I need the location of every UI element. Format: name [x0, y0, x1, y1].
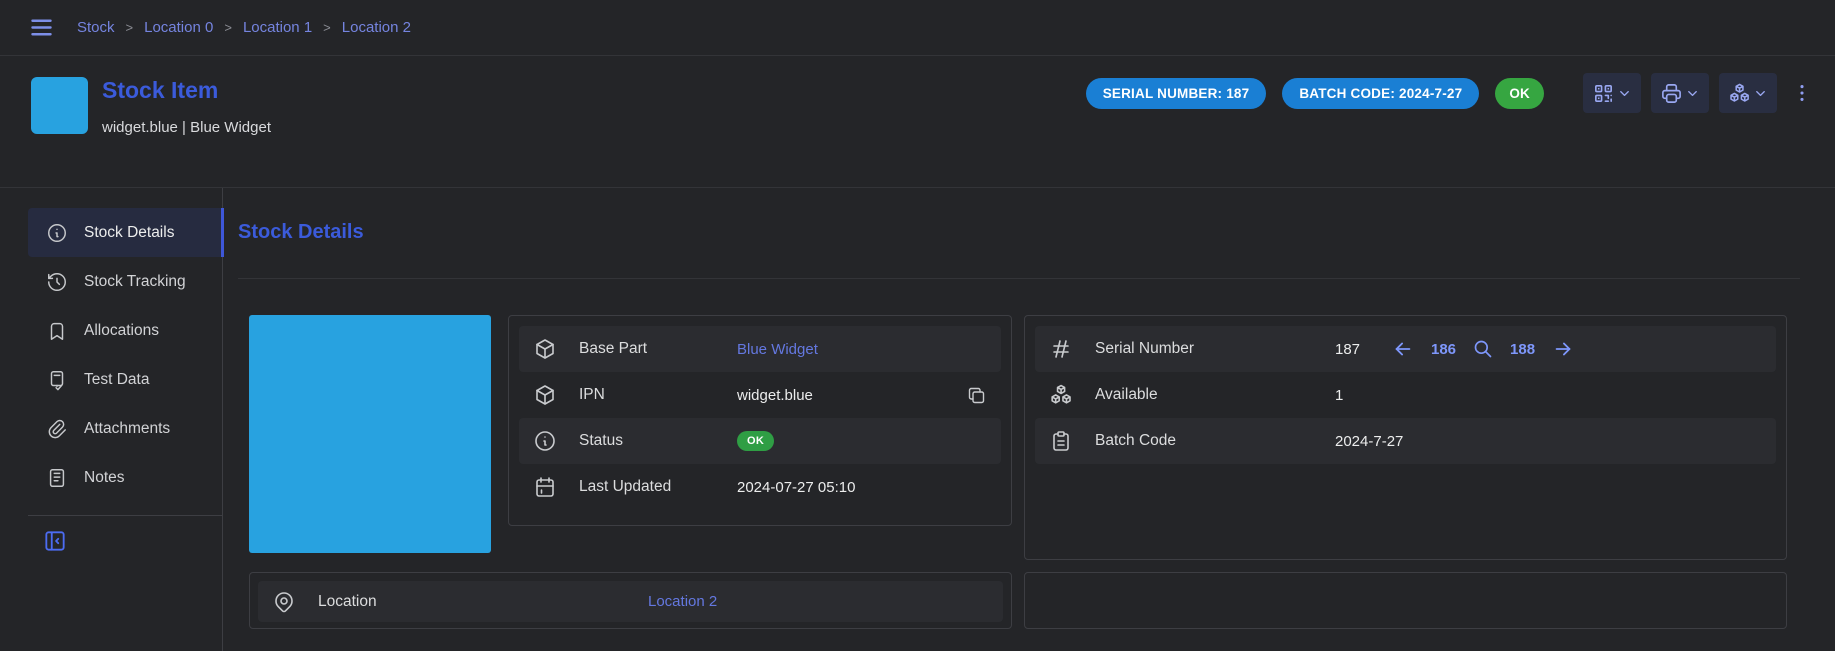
map-pin-icon	[272, 590, 296, 614]
sidebar-item-label: Notes	[84, 469, 125, 487]
sidebar-item-label: Stock Details	[84, 224, 174, 242]
chevron-down-icon	[1685, 86, 1700, 101]
barcode-actions-button[interactable]	[1583, 73, 1641, 113]
printer-icon	[1660, 82, 1683, 105]
sidebar-collapse-icon[interactable]	[42, 528, 68, 554]
hamburger-menu-icon[interactable]	[28, 14, 55, 41]
status-badge: OK	[1495, 78, 1544, 109]
last-updated-value: 2024-07-27 05:10	[737, 479, 855, 496]
status-ok-badge: OK	[737, 431, 774, 451]
copy-icon[interactable]	[966, 385, 987, 406]
location-table: Location Location 2	[249, 572, 1012, 629]
available-value: 1	[1335, 387, 1343, 404]
info-circle-icon	[46, 222, 68, 244]
breadcrumb: Stock > Location 0 > Location 1 > Locati…	[77, 19, 411, 36]
paperclip-icon	[46, 418, 68, 440]
table-row-ipn: IPN widget.blue	[519, 372, 1001, 418]
chevron-down-icon	[1617, 86, 1632, 101]
qr-code-icon	[1592, 82, 1615, 105]
serial-number-value: 187	[1335, 341, 1392, 358]
sidebar-item-label: Stock Tracking	[84, 273, 186, 291]
action-buttons	[1583, 73, 1777, 113]
sidebar-item-stock-tracking[interactable]: Stock Tracking	[28, 257, 222, 306]
breadcrumb-link-location-1[interactable]: Location 1	[243, 19, 312, 36]
stock-cubes-icon	[1049, 383, 1073, 407]
sidebar-item-attachments[interactable]: Attachments	[28, 404, 222, 453]
row-label: Batch Code	[1095, 432, 1335, 450]
sidebar-item-allocations[interactable]: Allocations	[28, 306, 222, 355]
details-table: Base Part Blue Widget IPN widget.blue St…	[508, 315, 1012, 526]
box-icon	[533, 337, 557, 361]
sidebar-divider	[28, 515, 222, 516]
search-icon[interactable]	[1473, 339, 1493, 359]
bookmark-icon	[46, 320, 68, 342]
stock-cubes-icon	[1728, 82, 1751, 105]
test-report-icon	[46, 369, 68, 391]
table-row-location: Location Location 2	[258, 581, 1003, 622]
sidebar-item-stock-details[interactable]: Stock Details	[28, 208, 222, 257]
row-label: Location	[318, 593, 648, 611]
notes-icon	[46, 467, 68, 489]
table-row-base-part: Base Part Blue Widget	[519, 326, 1001, 372]
panel-divider	[238, 278, 1800, 279]
empty-panel-card	[1024, 572, 1787, 629]
stock-item-image[interactable]	[249, 315, 491, 553]
page-title: Stock Item	[102, 77, 218, 104]
history-icon	[46, 271, 68, 293]
sidebar-item-label: Attachments	[84, 420, 170, 438]
breadcrumb-separator: >	[224, 20, 232, 35]
table-row-batch-code: Batch Code 2024-7-27	[1035, 418, 1776, 464]
table-row-available: Available 1	[1035, 372, 1776, 418]
breadcrumb-link-location-0[interactable]: Location 0	[144, 19, 213, 36]
panel-heading: Stock Details	[238, 221, 364, 244]
page-subtitle: widget.blue | Blue Widget	[102, 119, 271, 136]
batch-code-badge: BATCH CODE: 2024-7-27	[1282, 78, 1479, 109]
stock-item-thumbnail[interactable]	[31, 77, 88, 134]
arrow-right-icon[interactable]	[1552, 338, 1574, 360]
breadcrumb-separator: >	[323, 20, 331, 35]
printing-actions-button[interactable]	[1651, 73, 1709, 113]
page-header: Stock Item widget.blue | Blue Widget SER…	[0, 57, 1835, 188]
calendar-icon	[533, 475, 557, 499]
row-label: Base Part	[579, 340, 737, 358]
table-row-serial-number: Serial Number 187 186 188	[1035, 326, 1776, 372]
row-label: Last Updated	[579, 478, 737, 496]
row-label: Status	[579, 432, 737, 450]
serial-number-badge: SERIAL NUMBER: 187	[1086, 78, 1267, 109]
ipn-value: widget.blue	[737, 387, 813, 404]
batch-code-value: 2024-7-27	[1335, 433, 1403, 450]
chevron-down-icon	[1753, 86, 1768, 101]
sidebar-item-label: Allocations	[84, 322, 159, 340]
previous-serial-link[interactable]: 186	[1431, 341, 1456, 358]
info-circle-icon	[533, 429, 557, 453]
sidebar-item-label: Test Data	[84, 371, 149, 389]
sidebar-item-notes[interactable]: Notes	[28, 453, 222, 502]
hash-icon	[1049, 337, 1073, 361]
breadcrumb-link-location-2[interactable]: Location 2	[342, 19, 411, 36]
overflow-menu-button[interactable]	[1791, 82, 1813, 104]
breadcrumb-bar: Stock > Location 0 > Location 1 > Locati…	[0, 0, 1835, 56]
table-row-status: Status OK	[519, 418, 1001, 464]
next-serial-link[interactable]: 188	[1510, 341, 1535, 358]
sidebar: Stock Details Stock Tracking Allocations…	[28, 188, 223, 651]
arrow-left-icon[interactable]	[1392, 338, 1414, 360]
box-icon	[533, 383, 557, 407]
header-actions: SERIAL NUMBER: 187 BATCH CODE: 2024-7-27…	[1070, 73, 1813, 113]
row-label: IPN	[579, 386, 737, 404]
breadcrumb-link-stock[interactable]: Stock	[77, 19, 115, 36]
breadcrumb-separator: >	[126, 20, 134, 35]
serial-navigation: 186 188	[1392, 338, 1574, 360]
row-label: Serial Number	[1095, 340, 1335, 358]
stock-operations-button[interactable]	[1719, 73, 1777, 113]
location-link[interactable]: Location 2	[648, 593, 717, 610]
clipboard-icon	[1049, 429, 1073, 453]
base-part-link[interactable]: Blue Widget	[737, 341, 818, 358]
sidebar-item-test-data[interactable]: Test Data	[28, 355, 222, 404]
row-label: Available	[1095, 386, 1335, 404]
table-row-last-updated: Last Updated 2024-07-27 05:10	[519, 464, 1001, 510]
stock-table: Serial Number 187 186 188 Available 1	[1024, 315, 1787, 560]
